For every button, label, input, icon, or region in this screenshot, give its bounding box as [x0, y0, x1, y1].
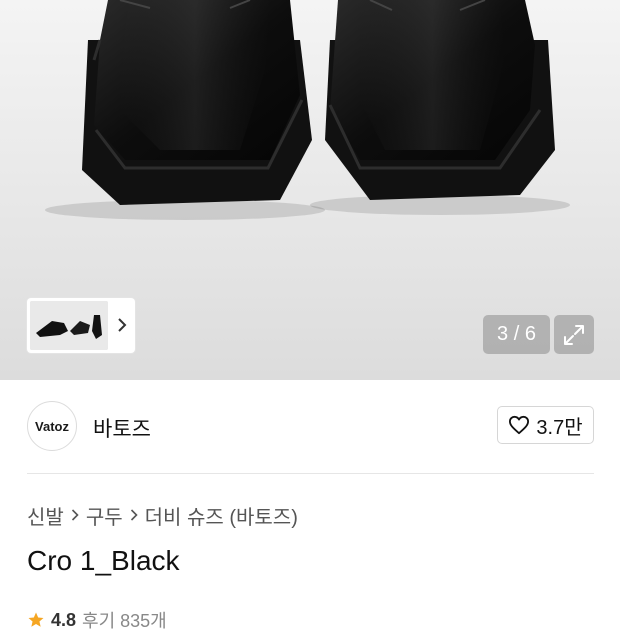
thumbnail-strip[interactable]	[27, 298, 135, 353]
rating-score: 4.8	[51, 609, 77, 630]
star-icon	[28, 612, 44, 627]
chevron-right-icon	[66, 509, 84, 521]
brand-logo-text: Vatoz	[35, 418, 69, 434]
like-count: 3.7만	[536, 416, 583, 439]
breadcrumb-item-derby[interactable]: 더비 슈즈 (바토즈)	[145, 501, 298, 530]
review-count[interactable]: 후기 835개	[82, 607, 167, 633]
heart-icon	[509, 415, 530, 435]
image-counter: 3 / 6	[483, 315, 550, 354]
product-image-gallery[interactable]: 3 / 6	[0, 0, 620, 380]
like-button[interactable]: 3.7만	[497, 406, 594, 444]
rating-row[interactable]: 4.8 후기 835개	[27, 608, 167, 632]
brand-row: Vatoz 바토즈 3.7만	[27, 400, 594, 454]
breadcrumb-item-dress-shoes[interactable]: 구두	[86, 501, 123, 530]
expand-icon[interactable]	[554, 315, 594, 354]
chevron-right-icon[interactable]	[113, 312, 131, 338]
product-title: Cro 1_Black	[27, 545, 180, 576]
breadcrumb: 신발 구두 더비 슈즈 (바토즈)	[27, 501, 298, 530]
brand-name[interactable]: 바토즈	[93, 413, 151, 443]
breadcrumb-item-shoes[interactable]: 신발	[27, 501, 64, 530]
thumbnail-image[interactable]	[30, 301, 108, 350]
brand-logo[interactable]: Vatoz	[27, 401, 77, 451]
chevron-right-icon	[125, 509, 143, 521]
divider	[27, 473, 594, 474]
